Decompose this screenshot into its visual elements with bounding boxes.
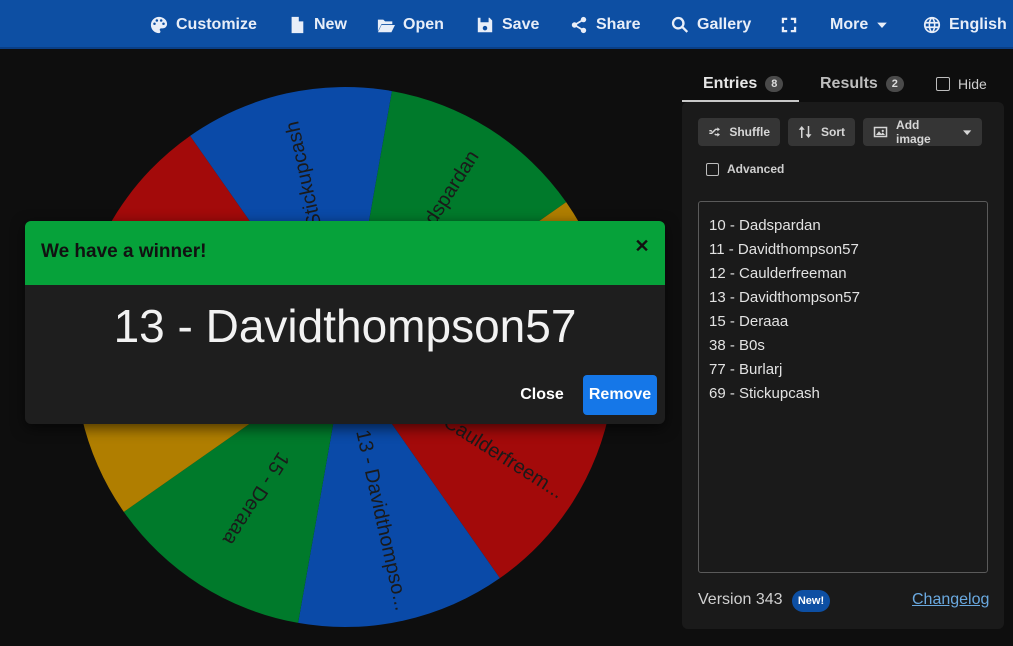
top-bar: Customize New Open Save Share Gallery Mo… [0,0,1013,49]
changelog-link[interactable]: Changelog [912,591,989,609]
entry-line: 77 - Burlarj [709,361,783,378]
add-image-button[interactable]: Add image [863,118,982,146]
advanced-toggle[interactable]: Advanced [706,162,784,176]
advanced-checkbox[interactable] [706,162,719,176]
save-label: Save [502,15,540,33]
language-selector[interactable]: English [923,0,1007,49]
entries-panel: Shuffle Sort Add image Advanced 10 - Dad… [682,102,1004,629]
dialog-header: We have a winner! ✕ [25,221,665,285]
winner-name: 13 - Davidthompson57 [113,300,577,352]
more-menu[interactable]: More [830,0,888,49]
caret-down-icon [877,22,888,28]
new-button[interactable]: New [288,0,347,49]
open-button[interactable]: Open [377,0,444,49]
sort-icon [798,126,812,138]
dialog-title: We have a winner! [41,241,207,262]
version-text: Version 343 [698,591,783,608]
globe-icon [923,16,941,33]
caret-down-icon [962,129,971,135]
sort-button[interactable]: Sort [788,118,855,146]
language-label: English [949,15,1007,33]
share-icon [571,16,587,33]
shuffle-icon [709,127,720,137]
tab-results[interactable]: Results 2 [820,66,904,102]
entry-line: 15 - Deraaa [709,313,789,330]
save-icon [477,17,493,32]
tab-results-label: Results [820,75,878,92]
customize-label: Customize [176,15,257,33]
palette-icon [150,16,168,33]
shuffle-label: Shuffle [729,125,770,139]
sort-label: Sort [821,125,845,139]
customize-button[interactable]: Customize [150,0,257,49]
advanced-label: Advanced [727,162,785,176]
close-button[interactable]: Close [507,375,577,415]
shuffle-button[interactable]: Shuffle [698,118,780,146]
add-image-label: Add image [896,118,931,146]
entry-line: 38 - B0s [709,337,765,354]
entry-line: 10 - Dadspardan [709,217,821,234]
tab-entries-label: Entries [703,75,758,92]
gallery-button[interactable]: Gallery [671,0,751,49]
image-icon [873,126,888,138]
winner-dialog: We have a winner! ✕ 13 - Davidthompson57… [25,221,665,424]
fullscreen-button[interactable] [780,0,798,49]
share-label: Share [596,15,641,33]
folder-open-icon [377,19,395,32]
entry-line: 11 - Davidthompson57 [709,241,859,258]
entry-line: 69 - Stickupcash [709,385,820,402]
entry-line: 12 - Caulderfreeman [709,265,847,282]
tab-entries[interactable]: Entries 8 [703,66,784,102]
file-icon [291,16,304,33]
new-label: New [314,15,347,33]
close-icon[interactable]: ✕ [631,235,653,257]
results-count-badge: 2 [885,76,904,92]
share-button[interactable]: Share [570,0,640,49]
fullscreen-icon [781,17,797,32]
gallery-label: Gallery [697,15,752,33]
open-label: Open [403,15,444,33]
new-badge: New! [792,590,830,612]
search-icon [671,16,689,33]
sidebar-tabs: Entries 8 Results 2 Hide [682,66,1013,102]
remove-button[interactable]: Remove [583,375,657,415]
entry-line: 13 - Davidthompson57 [709,289,860,306]
entries-textarea[interactable]: 10 - Dadspardan 11 - Davidthompson57 12 - … [698,201,988,573]
save-button[interactable]: Save [476,0,539,49]
entries-count-badge: 8 [765,76,784,92]
hide-checkbox[interactable] [936,77,950,91]
more-label: More [830,15,869,33]
hide-label: Hide [958,76,987,92]
hide-toggle[interactable]: Hide [936,66,987,102]
